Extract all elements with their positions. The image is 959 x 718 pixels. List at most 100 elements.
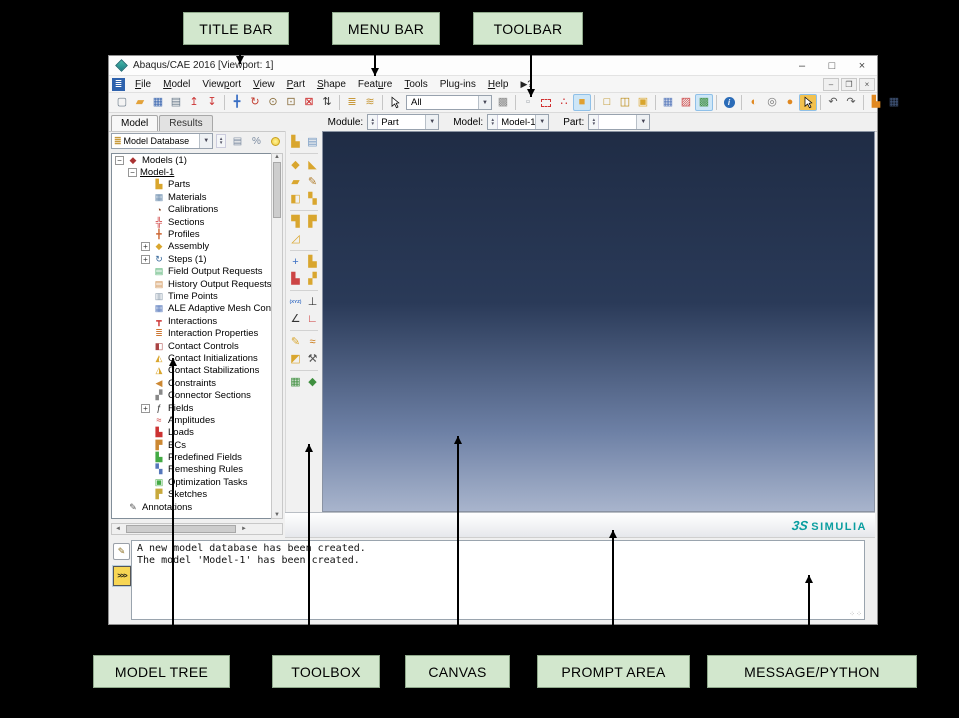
collapse-icon[interactable]: − [115, 156, 124, 165]
tree-item-contact-initializations[interactable]: ◭Contact Initializations [112, 352, 282, 364]
new-file-icon[interactable]: ▢ [113, 94, 131, 111]
hiddenline-render-icon[interactable]: ◫ [616, 94, 634, 111]
tree-item-models-1-[interactable]: −◆Models (1) [112, 154, 282, 166]
system-menu-icon[interactable]: ≣ [112, 78, 125, 91]
tab-model[interactable]: Model [111, 115, 158, 131]
tree-horizontal-scrollbar[interactable]: ◄► [111, 523, 283, 535]
render-shell-thickness-icon[interactable]: ≋ [361, 94, 379, 111]
menu-tools[interactable]: Tools [398, 78, 433, 91]
create-cut-icon[interactable]: ▚ [305, 191, 321, 207]
tree-vertical-scrollbar[interactable]: ▲ ▼ [271, 153, 283, 519]
module-select[interactable]: ▲▼Part▼ [367, 114, 439, 130]
spinner-icon[interactable]: ▲▼ [368, 115, 378, 129]
tree-item-history-output-requests[interactable]: ▤History Output Requests [112, 278, 282, 290]
wireframe-render-icon[interactable]: □ [598, 94, 616, 111]
expand-icon[interactable]: + [141, 404, 150, 413]
redo-icon[interactable]: ↷ [842, 94, 860, 111]
context-help-icon[interactable]: ▶? [514, 79, 538, 90]
chevron-down-icon[interactable]: ▼ [478, 96, 491, 109]
create-part-icon[interactable]: ▙ [288, 134, 304, 150]
model-select[interactable]: ▲▼Model-1▼ [487, 114, 549, 130]
tree-item-contact-stabilizations[interactable]: ◮Contact Stabilizations [112, 365, 282, 377]
create-plane-icon[interactable]: ▰ [288, 174, 304, 190]
sketch-icon[interactable]: ≈ [305, 334, 321, 350]
tree-item-assembly[interactable]: +◆Assembly [112, 241, 282, 253]
tree-item-loads[interactable]: ▙Loads [112, 427, 282, 439]
tree-item-calibrations[interactable]: ◔Calibrations [112, 204, 282, 216]
selection-filter-combo[interactable]: All▼ [406, 95, 492, 110]
tree-item-steps-1-[interactable]: +↻Steps (1) [112, 253, 282, 265]
undo-icon[interactable]: ↶ [824, 94, 842, 111]
rotate-view-icon[interactable]: ↻ [246, 94, 264, 111]
partition-edge-icon[interactable]: ✎ [288, 334, 304, 350]
resize-grip[interactable]: ⁘⁘ [849, 610, 863, 618]
geometry-repair-icon[interactable]: ▙ [288, 271, 304, 287]
mesh-part-icon[interactable]: ▦ [288, 374, 304, 390]
tree-item-fields[interactable]: +ƒFields [112, 402, 282, 414]
box-zoom-icon[interactable]: ⊡ [282, 94, 300, 111]
save-icon[interactable]: ▦ [149, 94, 167, 111]
menu-help[interactable]: Help [482, 78, 515, 91]
mdi-restore-button[interactable]: ❐ [841, 78, 857, 91]
print-icon[interactable]: ▤ [167, 94, 185, 111]
repair-part-icon[interactable]: ▙ [305, 254, 321, 270]
db-export-icon[interactable]: ↧ [203, 94, 221, 111]
chevron-down-icon[interactable]: ▼ [199, 134, 212, 148]
model-database-combo[interactable]: ≣ Model Database ▼ [111, 133, 213, 149]
tree-item-profiles[interactable]: ╋Profiles [112, 228, 282, 240]
mdi-close-button[interactable]: × [859, 78, 875, 91]
python-kernel-tab-icon[interactable]: >>> [113, 566, 131, 586]
datum-point-icon[interactable]: (XYZ) [288, 294, 304, 310]
tree-item-constraints[interactable]: ◀Constraints [112, 377, 282, 389]
maximize-button[interactable]: □ [817, 56, 847, 75]
color-code-icon[interactable]: ▙ [867, 94, 885, 111]
highlight-objects-icon[interactable]: ▩ [494, 94, 512, 111]
edit-attributes-icon[interactable]: ▤ [230, 134, 245, 149]
tree-item-connector-sections[interactable]: ▞Connector Sections [112, 389, 282, 401]
tree-item-time-points[interactable]: ▥Time Points [112, 290, 282, 302]
display-group-icon[interactable]: ▩ [695, 94, 713, 111]
create-blend-icon[interactable]: ◿ [288, 231, 304, 247]
datum-csys-icon[interactable]: ∟ [305, 311, 321, 327]
view-cut-icon[interactable]: ◐ [745, 94, 763, 111]
tree-item-contact-controls[interactable]: ◧Contact Controls [112, 340, 282, 352]
menu-part[interactable]: Part [281, 78, 311, 91]
feature-edges-icon[interactable]: ▨ [677, 94, 695, 111]
part-manager-icon[interactable]: ▤ [305, 134, 321, 150]
assign-attributes-icon[interactable]: ◆ [305, 374, 321, 390]
keyboard-calc-icon[interactable]: ▦ [885, 94, 903, 111]
create-round-icon[interactable]: ◧ [288, 191, 304, 207]
tree-spinner[interactable]: ▲▼ [216, 134, 226, 148]
menu-shape[interactable]: Shape [311, 78, 352, 91]
tree-item-predefined-fields[interactable]: ▙Predefined Fields [112, 451, 282, 463]
open-folder-icon[interactable]: ▰ [131, 94, 149, 111]
partition-face-icon[interactable]: ◩ [288, 351, 304, 367]
db-import-icon[interactable]: ↥ [185, 94, 203, 111]
expand-icon[interactable]: + [141, 242, 150, 251]
spinner-icon[interactable]: ▲▼ [589, 115, 599, 129]
tab-results[interactable]: Results [159, 115, 212, 131]
datum-angle-icon[interactable]: ∠ [288, 311, 304, 327]
mdi-minimize-button[interactable]: – [823, 78, 839, 91]
remove-face-icon[interactable]: ▞ [305, 271, 321, 287]
filled-render-icon[interactable]: ▣ [634, 94, 652, 111]
link-objects-icon[interactable]: % [249, 134, 264, 149]
tree-item-optimization-tasks[interactable]: ▣Optimization Tasks [112, 476, 282, 488]
collapse-icon[interactable]: − [128, 168, 137, 177]
tree-item-model-1[interactable]: −Model-1 [112, 166, 282, 178]
render-beam-profiles-icon[interactable]: ≣ [343, 94, 361, 111]
create-rib-icon[interactable]: ▛ [305, 214, 321, 230]
tree-item-remeshing-rules[interactable]: ▚Remeshing Rules [112, 464, 282, 476]
tree-item-ale-adaptive-mesh-constraints[interactable]: ▦ALE Adaptive Mesh Constraints [112, 303, 282, 315]
menu-model[interactable]: Model [157, 78, 196, 91]
dashed-box-icon[interactable] [537, 94, 555, 111]
menu-viewport[interactable]: Viewport [196, 78, 247, 91]
tree-item-amplitudes[interactable]: ≈Amplitudes [112, 414, 282, 426]
tree-item-parts[interactable]: ▙Parts [112, 179, 282, 191]
transparency-icon[interactable]: ◎ [763, 94, 781, 111]
fit-view-icon[interactable]: ⊠ [300, 94, 318, 111]
menu-plug-ins[interactable]: Plug-ins [434, 78, 482, 91]
sphere-display-icon[interactable]: ● [781, 94, 799, 111]
tree-item-interaction-properties[interactable]: ≣Interaction Properties [112, 327, 282, 339]
menu-file[interactable]: File [129, 78, 157, 91]
